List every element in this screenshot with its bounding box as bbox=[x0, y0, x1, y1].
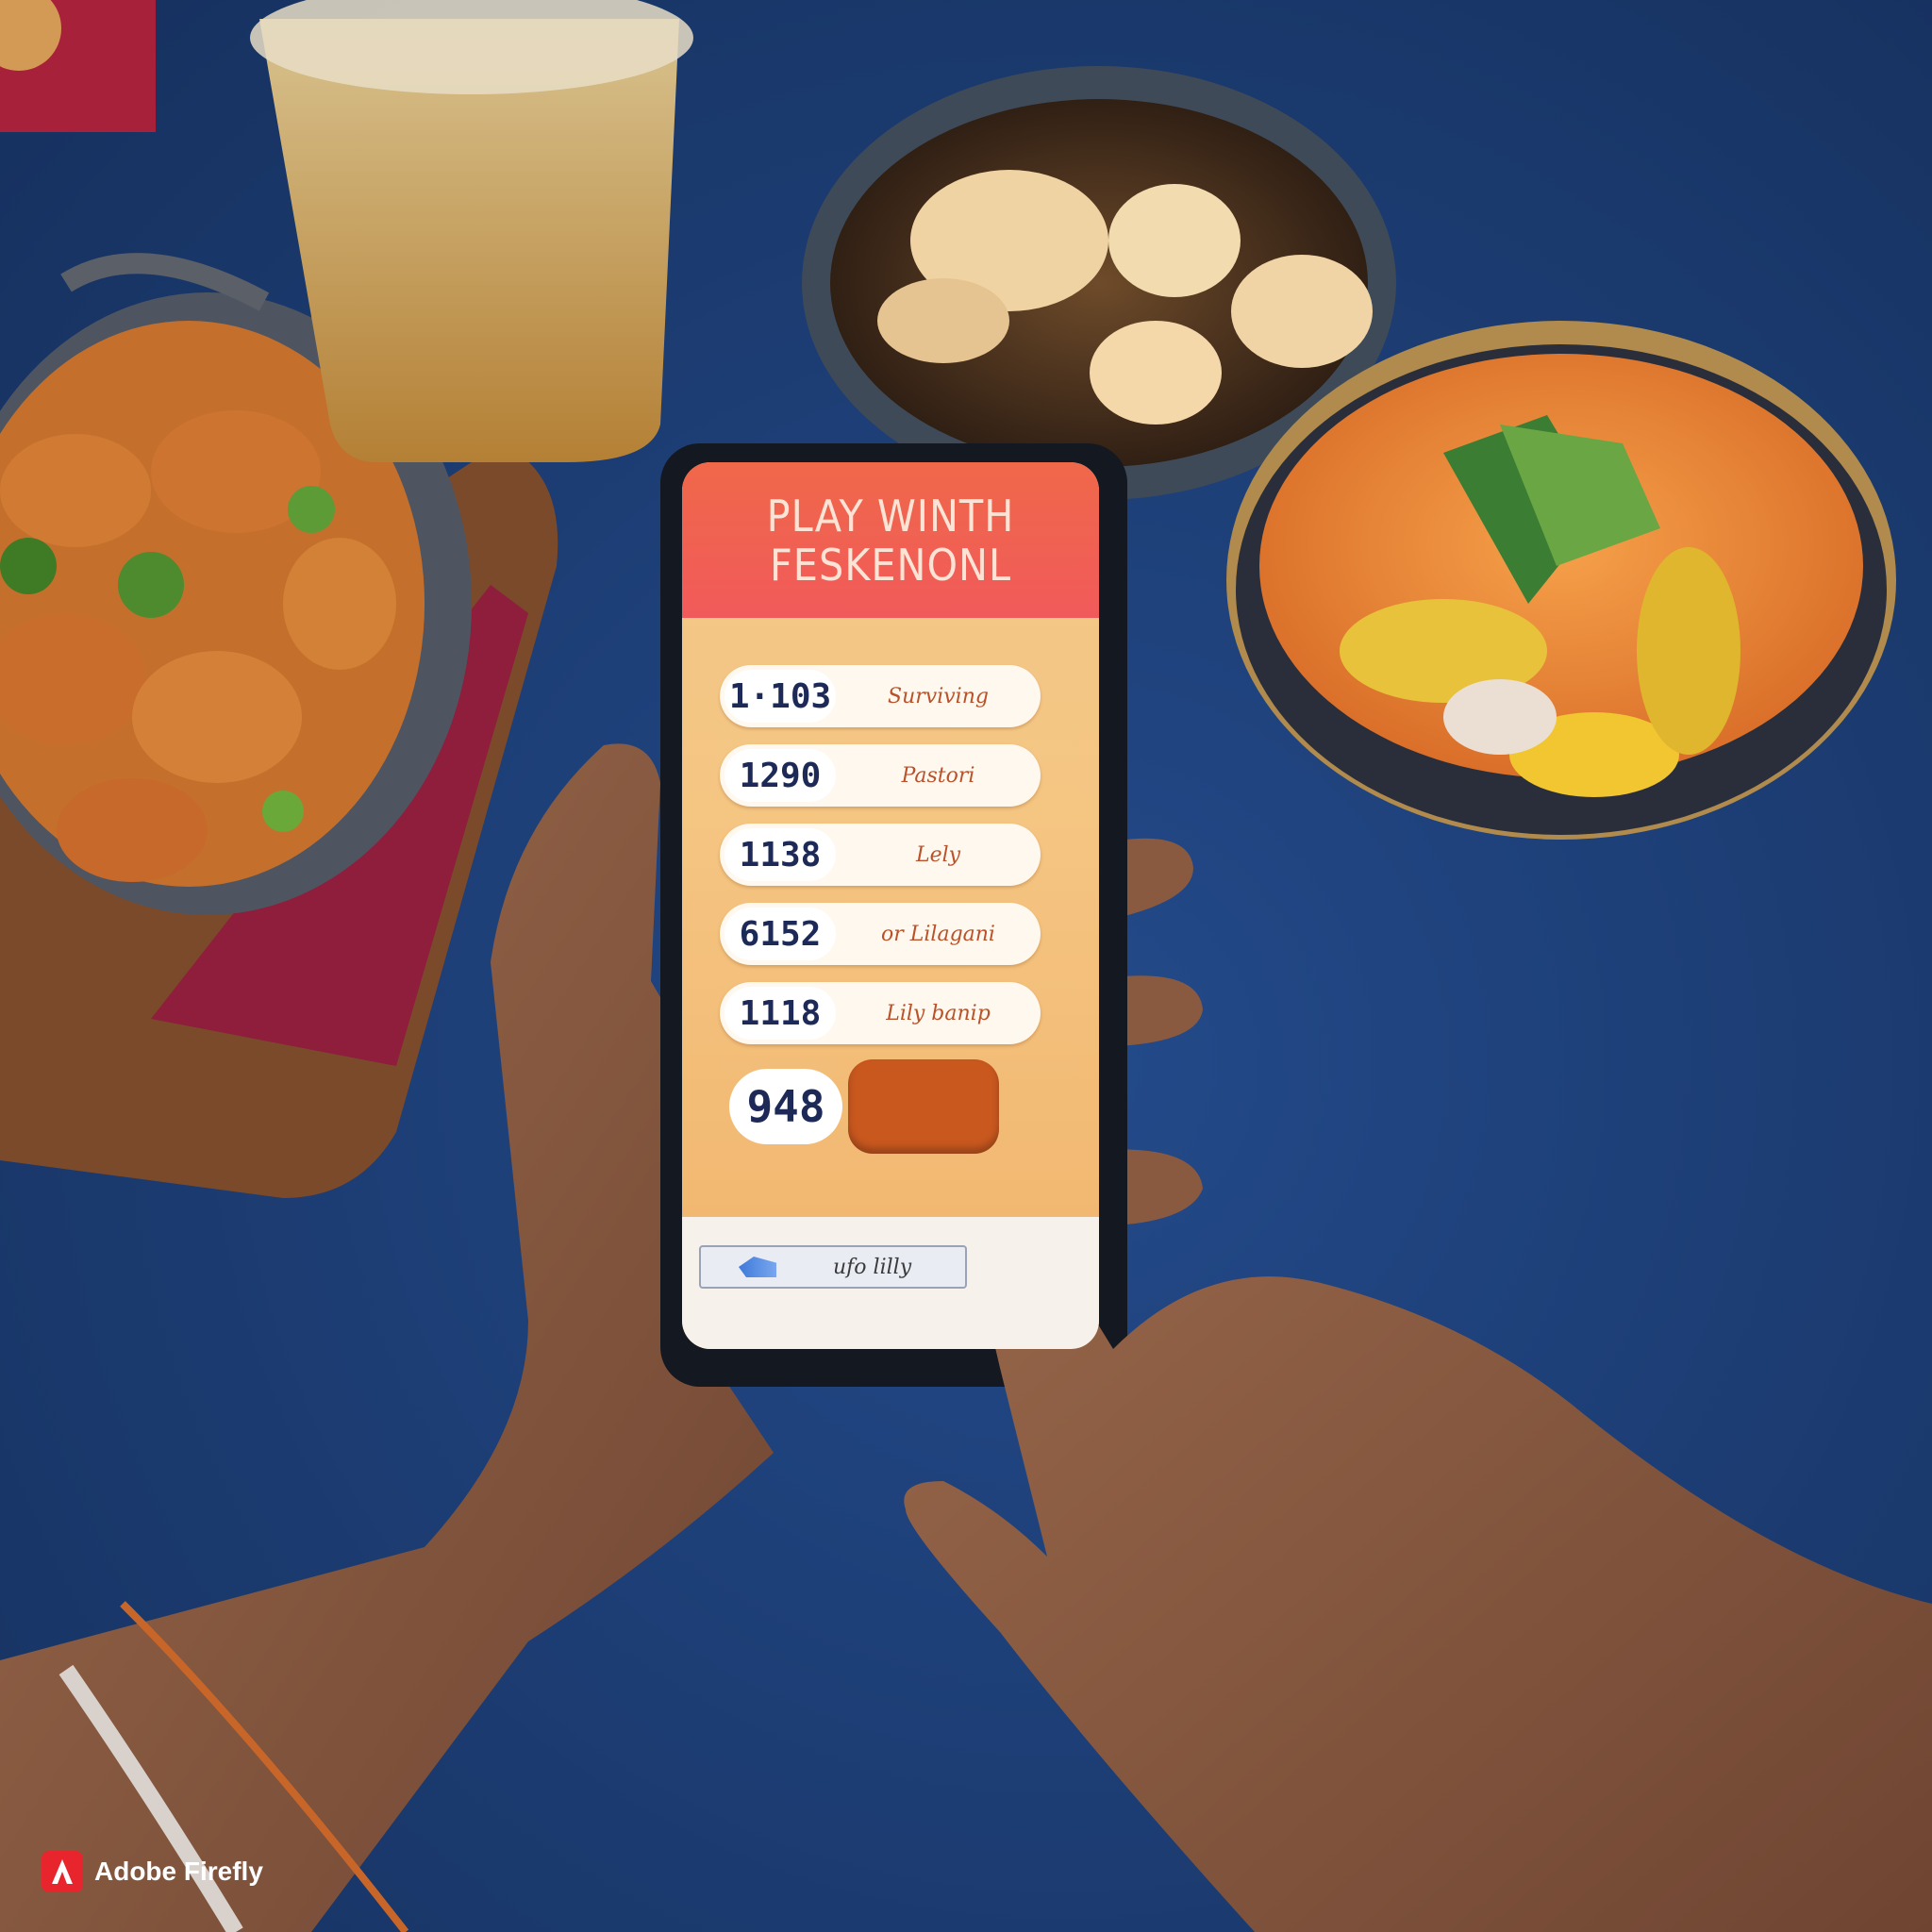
score-value: 1290 bbox=[724, 749, 836, 802]
bottom-input-field[interactable]: ufo lilly bbox=[699, 1245, 967, 1289]
score-value: 1138 bbox=[724, 828, 836, 881]
shark-icon bbox=[739, 1257, 776, 1277]
app-title-line-1: PLAY WINTH bbox=[766, 490, 1015, 541]
score-row[interactable]: 1·103 Surviving bbox=[720, 665, 1041, 727]
score-row[interactable]: 1138 Lely bbox=[720, 824, 1041, 886]
player-name: Lily banip bbox=[886, 1001, 991, 1025]
score-row[interactable]: 1118 Lily banip bbox=[720, 982, 1041, 1044]
score-value: 6152 bbox=[724, 908, 836, 960]
player-name: Pastori bbox=[901, 763, 975, 788]
score-row[interactable]: 6152 or Lilagani bbox=[720, 903, 1041, 965]
bottom-bar: ufo lilly bbox=[682, 1217, 1099, 1349]
score-value: 1·103 bbox=[724, 670, 836, 723]
watermark-text: Adobe Firefly bbox=[94, 1857, 263, 1886]
score-row[interactable]: 1290 Pastori bbox=[720, 744, 1041, 807]
curry-surface bbox=[1259, 354, 1863, 778]
final-score: 948 bbox=[729, 1069, 842, 1144]
player-name: or Lilagani bbox=[881, 922, 995, 946]
watermark: Adobe Firefly bbox=[42, 1851, 263, 1892]
play-button[interactable] bbox=[848, 1059, 999, 1154]
player-name: Lely bbox=[915, 842, 961, 867]
app-title-line-2: FESKENONL bbox=[769, 539, 1012, 591]
score-list: 1·103 Surviving 1290 Pastori 1138 Lely 6… bbox=[720, 665, 1041, 1061]
final-score-row: 948 bbox=[729, 1059, 1022, 1154]
score-value: 1118 bbox=[724, 987, 836, 1040]
bottom-field-label: ufo lilly bbox=[833, 1255, 912, 1279]
adobe-logo-icon bbox=[42, 1851, 83, 1892]
phone-screen: PLAY WINTH FESKENONL 1·103 Surviving 129… bbox=[682, 462, 1099, 1349]
app-header: PLAY WINTH FESKENONL bbox=[682, 462, 1099, 618]
player-name: Surviving bbox=[888, 684, 989, 708]
